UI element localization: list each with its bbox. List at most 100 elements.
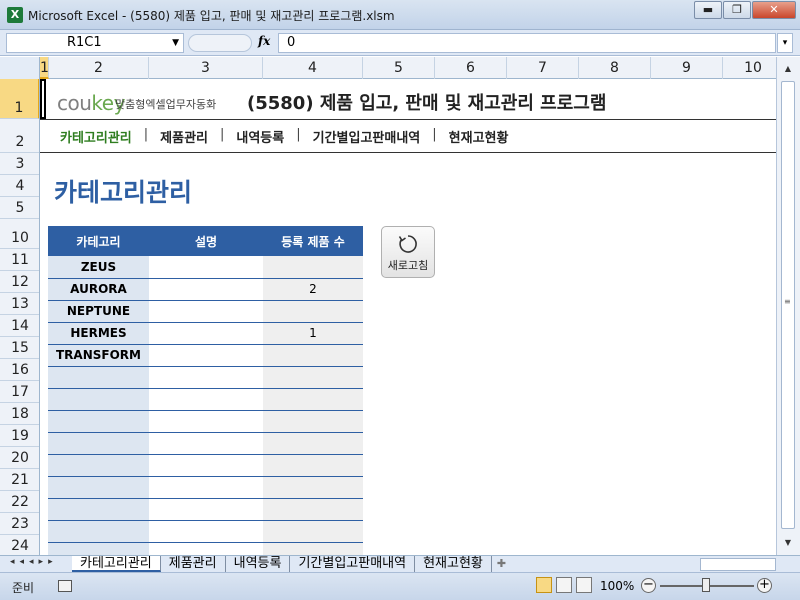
zoom-slider-thumb[interactable] — [702, 578, 710, 592]
product-count-cell[interactable] — [263, 432, 363, 455]
column-header[interactable]: 1 — [40, 57, 49, 79]
row-header[interactable]: 17 — [0, 381, 39, 403]
column-header[interactable]: 8 — [579, 57, 651, 79]
row-header[interactable]: 18 — [0, 403, 39, 425]
description-cell[interactable] — [149, 542, 263, 555]
zoom-level[interactable]: 100% — [600, 579, 634, 593]
row-header[interactable]: 16 — [0, 359, 39, 381]
category-cell[interactable] — [48, 476, 149, 499]
scroll-thumb[interactable]: ≡ — [781, 81, 795, 529]
product-count-cell[interactable] — [263, 542, 363, 555]
refresh-button[interactable]: 새로고침 — [381, 226, 435, 278]
nav-item-period-report[interactable]: 기간별입고판매내역 — [313, 127, 421, 146]
close-button[interactable]: ✕ — [752, 1, 796, 19]
column-header[interactable]: 6 — [435, 57, 507, 79]
column-header[interactable]: 5 — [363, 57, 435, 79]
header-product-count[interactable]: 등록 제품 수 — [263, 226, 363, 256]
table-row[interactable] — [48, 454, 363, 477]
category-cell[interactable] — [48, 520, 149, 543]
tab-navigation-arrows[interactable]: ◂◂◂▸▸ — [10, 557, 58, 567]
category-cell[interactable]: TRANSFORM — [48, 344, 149, 367]
description-cell[interactable] — [149, 388, 263, 411]
description-cell[interactable] — [149, 256, 263, 279]
column-header[interactable]: 4 — [263, 57, 363, 79]
column-header[interactable]: 9 — [651, 57, 723, 79]
nav-item-category[interactable]: 카테고리관리 — [60, 127, 132, 146]
product-count-cell[interactable] — [263, 520, 363, 543]
scroll-up-icon[interactable]: ▲ — [780, 61, 796, 77]
description-cell[interactable] — [149, 322, 263, 345]
row-header[interactable]: 14 — [0, 315, 39, 337]
table-row[interactable] — [48, 542, 363, 555]
sheet-tab-products[interactable]: 제품관리 — [160, 556, 226, 572]
formula-input[interactable]: 0 — [278, 33, 776, 53]
description-cell[interactable] — [149, 432, 263, 455]
table-row[interactable] — [48, 410, 363, 433]
category-cell[interactable]: ZEUS — [48, 256, 149, 279]
scroll-down-icon[interactable]: ▼ — [780, 535, 796, 551]
chevron-down-icon[interactable]: ▼ — [172, 34, 179, 52]
column-header[interactable]: 2 — [49, 57, 149, 79]
category-cell[interactable] — [48, 410, 149, 433]
row-header[interactable]: 24 — [0, 535, 39, 555]
sheet-tab-period[interactable]: 기간별입고판매내역 — [290, 556, 416, 572]
table-row[interactable] — [48, 498, 363, 521]
description-cell[interactable] — [149, 366, 263, 389]
category-cell[interactable] — [48, 498, 149, 521]
restore-button[interactable]: ❐ — [723, 1, 751, 19]
row-header[interactable]: 20 — [0, 447, 39, 469]
product-count-cell[interactable]: 1 — [263, 322, 363, 345]
category-cell[interactable]: NEPTUNE — [48, 300, 149, 323]
table-row[interactable]: ZEUS — [48, 256, 363, 279]
table-row[interactable]: HERMES 1 — [48, 322, 363, 345]
product-count-cell[interactable] — [263, 454, 363, 477]
product-count-cell[interactable] — [263, 476, 363, 499]
description-cell[interactable] — [149, 278, 263, 301]
expand-formula-icon[interactable]: ▾ — [777, 33, 793, 53]
page-layout-view-icon[interactable] — [556, 577, 572, 593]
column-header[interactable]: 3 — [149, 57, 263, 79]
row-header[interactable]: 13 — [0, 293, 39, 315]
excel-app-icon[interactable]: X — [7, 7, 23, 23]
table-row[interactable] — [48, 476, 363, 499]
vertical-scrollbar[interactable]: ▲ ≡ ▼ — [776, 57, 800, 555]
sheet-tab-history[interactable]: 내역등록 — [225, 556, 291, 572]
description-cell[interactable] — [149, 476, 263, 499]
nav-item-history-entry[interactable]: 내역등록 — [236, 127, 284, 146]
nav-item-current-stock[interactable]: 현재고현황 — [449, 127, 509, 146]
header-description[interactable]: 설명 — [149, 226, 263, 256]
product-count-cell[interactable]: 2 — [263, 278, 363, 301]
row-header[interactable]: 12 — [0, 271, 39, 293]
row-header[interactable]: 19 — [0, 425, 39, 447]
row-header[interactable]: 4 — [0, 175, 39, 197]
worksheet[interactable]: coukey 맞춤형엑셀업무자동화 (5580) 제품 입고, 판매 및 재고관… — [40, 79, 776, 555]
horizontal-scrollbar[interactable] — [700, 558, 776, 571]
description-cell[interactable] — [149, 520, 263, 543]
row-header[interactable]: 1 — [0, 79, 39, 119]
insert-sheet-icon[interactable]: ✚ — [492, 556, 511, 572]
column-header[interactable]: 7 — [507, 57, 579, 79]
table-row[interactable] — [48, 366, 363, 389]
description-cell[interactable] — [149, 498, 263, 521]
header-category[interactable]: 카테고리 — [48, 226, 149, 256]
table-row[interactable] — [48, 520, 363, 543]
product-count-cell[interactable] — [263, 300, 363, 323]
column-header[interactable]: 10 — [723, 57, 784, 79]
category-cell[interactable] — [48, 454, 149, 477]
category-cell[interactable]: AURORA — [48, 278, 149, 301]
table-row[interactable]: NEPTUNE — [48, 300, 363, 323]
table-row[interactable]: AURORA 2 — [48, 278, 363, 301]
category-cell[interactable] — [48, 366, 149, 389]
sheet-tab-category[interactable]: 카테고리관리 — [72, 556, 161, 572]
row-header[interactable]: 15 — [0, 337, 39, 359]
row-header[interactable]: 10 — [0, 219, 39, 249]
row-header[interactable]: 2 — [0, 119, 39, 153]
description-cell[interactable] — [149, 454, 263, 477]
page-break-view-icon[interactable] — [576, 577, 592, 593]
row-header[interactable]: 21 — [0, 469, 39, 491]
row-header[interactable]: 11 — [0, 249, 39, 271]
category-cell[interactable]: HERMES — [48, 322, 149, 345]
category-cell[interactable] — [48, 388, 149, 411]
select-all-corner[interactable] — [0, 57, 40, 79]
nav-item-products[interactable]: 제품관리 — [160, 127, 208, 146]
